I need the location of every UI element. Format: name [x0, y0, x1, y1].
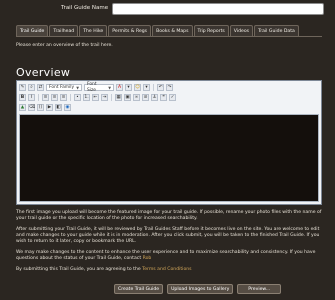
- overview-title: Overview: [16, 66, 71, 79]
- image-icon[interactable]: ▣: [124, 94, 131, 101]
- rich-text-editor: ✎ ⌕ ⇄ Font Family ▼ Font Size ▼ A ▾ ☺ ▾ …: [16, 80, 322, 205]
- preview-button[interactable]: Preview...: [237, 284, 282, 294]
- find-icon[interactable]: ⌕: [28, 84, 35, 91]
- unlink-icon[interactable]: ⊘: [142, 94, 149, 101]
- source-icon[interactable]: ✎: [19, 84, 26, 91]
- color-picker-icon[interactable]: ◉: [64, 104, 71, 111]
- toolbar-separator: [153, 84, 154, 91]
- bullet-list-icon[interactable]: •: [74, 94, 81, 101]
- create-trail-guide-button[interactable]: Create Trail Guide: [114, 284, 164, 294]
- replace-icon[interactable]: ⇄: [37, 84, 44, 91]
- tab-the-hike[interactable]: The Hike: [79, 25, 108, 36]
- html-icon[interactable]: ⟨⟩: [37, 104, 44, 111]
- action-buttons: Create Trail Guide Upload Images to Gall…: [114, 284, 282, 294]
- anchor-icon[interactable]: ⚓: [151, 94, 158, 101]
- tab-strip-divider: [16, 36, 322, 37]
- toolbar-separator: [111, 94, 112, 101]
- italic-icon[interactable]: I: [28, 94, 35, 101]
- tab-trail-guide-data[interactable]: Trail Guide Data: [254, 25, 299, 36]
- cleanup-icon[interactable]: ⌫: [28, 104, 35, 111]
- font-size-select[interactable]: Font Size ▼: [84, 81, 114, 93]
- font-color-icon[interactable]: A: [116, 84, 123, 91]
- terms-and-conditions-link[interactable]: Terms and Conditions: [142, 267, 191, 272]
- undo-icon[interactable]: ↶: [157, 84, 164, 91]
- toolbar-separator: [70, 94, 71, 101]
- terms-note: By submitting this Trail Guide, you are …: [16, 267, 322, 273]
- contact-rob-link[interactable]: Rob: [143, 256, 152, 261]
- chevron-down-icon[interactable]: ▾: [143, 84, 150, 91]
- chevron-down-icon: ▼: [76, 85, 79, 90]
- redo-icon[interactable]: ↷: [166, 84, 173, 91]
- table-icon[interactable]: ▦: [115, 94, 122, 101]
- outdent-icon[interactable]: ⇤: [92, 94, 99, 101]
- emoji-icon[interactable]: ☺: [134, 84, 141, 91]
- align-center-icon[interactable]: ≡: [51, 94, 58, 101]
- insert-image-icon[interactable]: ▲: [19, 104, 26, 111]
- font-family-select[interactable]: Font Family ▼: [46, 84, 82, 91]
- chevron-down-icon: ▼: [108, 85, 111, 90]
- tab-videos[interactable]: Videos: [229, 25, 254, 36]
- blockquote-icon[interactable]: ❝: [160, 94, 167, 101]
- editor-toolbar-row-2: B I ≡ ≡ ≡ • 1. ⇤ ⇥ ▦ ▣ ∞ ⊘ ⚓ ❝ ✓: [19, 93, 319, 102]
- content-changes-note: We may make changes to the content to en…: [16, 250, 322, 262]
- review-note: After submitting your Trail Guide, it wi…: [16, 227, 320, 244]
- media-icon[interactable]: ▶: [46, 104, 53, 111]
- tab-trail-guide[interactable]: Trail Guide: [16, 25, 49, 36]
- editor-content-area[interactable]: [19, 114, 319, 202]
- trail-guide-name-input[interactable]: [112, 3, 324, 15]
- numbered-list-icon[interactable]: 1.: [83, 94, 90, 101]
- tab-permits-regs[interactable]: Permits & Regs: [108, 25, 152, 36]
- submission-info: The first image you upload will become t…: [16, 210, 322, 278]
- section-tabs: Trail Guide Trailhead The Hike Permits &…: [16, 25, 322, 36]
- preview-icon[interactable]: ◧: [55, 104, 62, 111]
- tab-books-maps[interactable]: Books & Maps: [152, 25, 193, 36]
- trail-guide-name-row: Trail Guide Name: [0, 0, 335, 20]
- editor-toolbar-row-3: ▲ ⌫ ⟨⟩ ▶ ◧ ◉: [19, 103, 319, 112]
- bold-icon[interactable]: B: [19, 94, 26, 101]
- trail-guide-name-label: Trail Guide Name: [61, 5, 109, 11]
- overview-instructions: Please enter an overview of the trail he…: [16, 43, 113, 48]
- editor-toolbar-row-1: ✎ ⌕ ⇄ Font Family ▼ Font Size ▼ A ▾ ☺ ▾ …: [19, 81, 319, 93]
- content-changes-text: We may make changes to the content to en…: [16, 250, 316, 261]
- link-icon[interactable]: ∞: [133, 94, 140, 101]
- upload-images-button[interactable]: Upload Images to Gallery: [167, 284, 234, 294]
- align-left-icon[interactable]: ≡: [42, 94, 49, 101]
- featured-image-note: The first image you upload will become t…: [16, 210, 322, 221]
- align-right-icon[interactable]: ≡: [60, 94, 67, 101]
- terms-text: By submitting this Trail Guide, you are …: [16, 267, 143, 272]
- tab-trailhead[interactable]: Trailhead: [49, 25, 79, 36]
- tab-trip-reports[interactable]: Trip Reports: [193, 25, 229, 36]
- font-family-value: Font Family: [49, 84, 75, 90]
- toolbar-separator: [38, 94, 39, 101]
- font-size-value: Font Size: [87, 81, 97, 93]
- spellcheck-icon[interactable]: ✓: [169, 94, 176, 101]
- indent-icon[interactable]: ⇥: [101, 94, 108, 101]
- chevron-down-icon[interactable]: ▾: [125, 84, 132, 91]
